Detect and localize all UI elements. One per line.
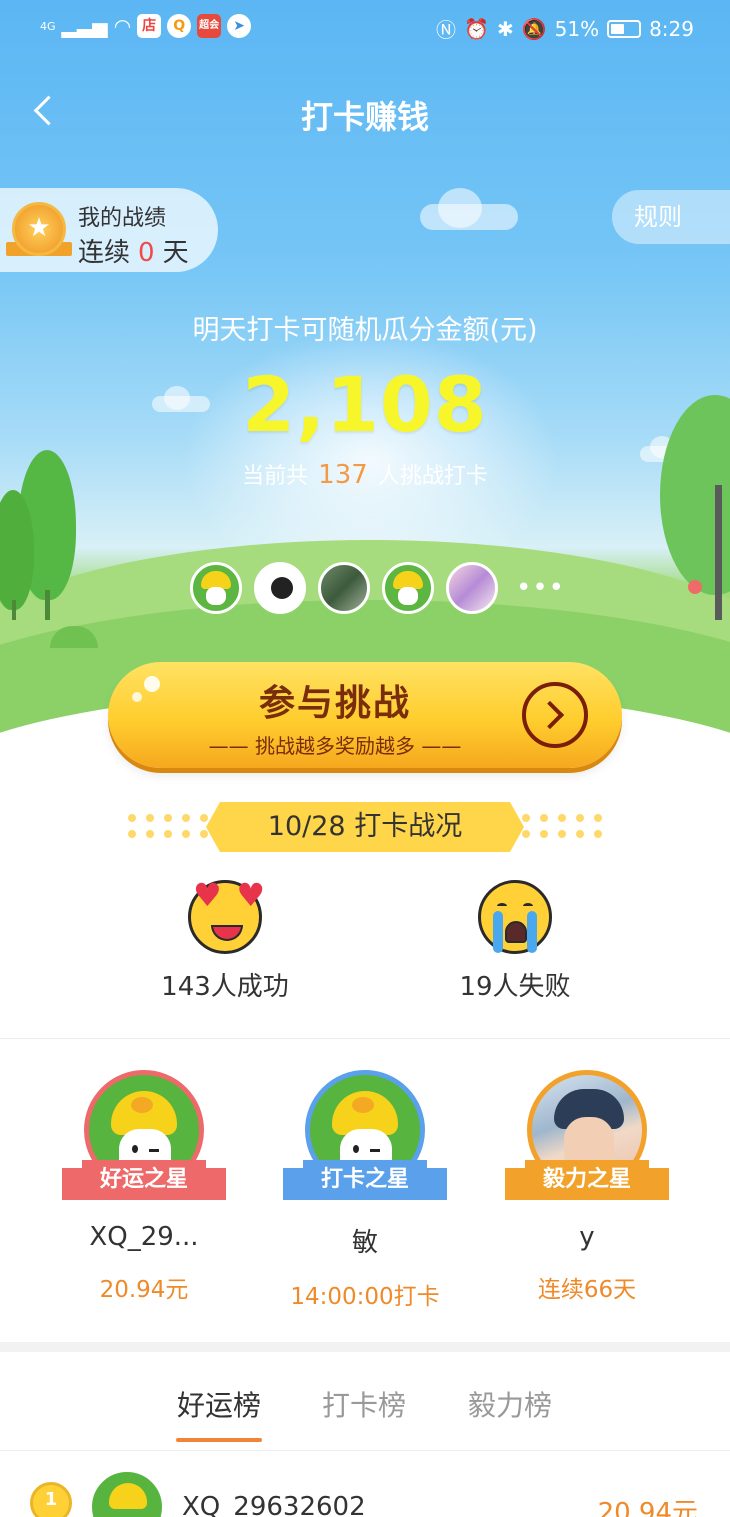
status-left: 4G ▂▃▅ ◠ 店 Q 超会 ➤: [40, 14, 252, 38]
lucky-star-card[interactable]: 好运之星 XQ_29... 20.94元: [34, 1070, 254, 1304]
tab-luck[interactable]: 好运榜: [159, 1384, 279, 1442]
alarm-icon: ⏰: [464, 16, 489, 41]
ranking-tabs: 好运榜 打卡榜 毅力榜: [0, 1380, 730, 1450]
tree-trunk: [715, 485, 722, 620]
streak-prefix: 连续: [78, 238, 131, 268]
mute-icon: 🔕: [521, 16, 547, 41]
divider: [0, 1450, 730, 1451]
star-value: 14:00:00打卡: [290, 1284, 440, 1310]
battery-percent: 51%: [554, 16, 600, 41]
star-value: 20.94元: [99, 1277, 189, 1303]
tab-checkin[interactable]: 打卡榜: [304, 1384, 424, 1424]
avatar: [190, 562, 242, 614]
perseverance-star-card[interactable]: 毅力之星 y 连续66天: [477, 1070, 697, 1304]
rules-button[interactable]: 规则: [612, 190, 730, 244]
avatar: [254, 562, 306, 614]
divider: [0, 1038, 730, 1039]
my-record-card[interactable]: 我的战绩 连续0天: [0, 188, 218, 272]
network-label: 4G: [40, 19, 56, 33]
nfc-icon: Ⓝ: [436, 18, 457, 42]
rank-value: 20.94元: [597, 1498, 698, 1517]
status-right: Ⓝ ⏰ ✱ 🔕 51% 8:29: [436, 14, 694, 43]
tab-underline: [176, 1438, 262, 1442]
section-gap: [0, 1342, 730, 1352]
challenger-count: 当前共 137 人挑战打卡: [0, 458, 730, 490]
dots-decoration: [522, 814, 602, 838]
success-stat: ♥ ♥ 143人成功: [150, 879, 300, 1003]
rank-medal-icon: [30, 1482, 72, 1517]
battery-fill: [611, 23, 625, 34]
challenger-number: 137: [318, 460, 368, 490]
more-icon[interactable]: •••: [516, 573, 565, 603]
heart-eyes-emoji-icon: ♥ ♥: [188, 879, 265, 954]
battery-icon: [607, 19, 642, 38]
checkin-star-card[interactable]: 打卡之星 敏 14:00:00打卡: [255, 1070, 475, 1311]
success-count: 143人成功: [161, 972, 289, 1002]
streak-text: 连续 0 天: [78, 232, 189, 269]
star-name: XQ_29...: [89, 1222, 199, 1252]
streak-suffix: 天: [162, 238, 189, 268]
rank-name: XQ_29632602: [182, 1492, 366, 1517]
tree-trunk: [45, 590, 50, 620]
status-bar: 4G ▂▃▅ ◠ 店 Q 超会 ➤ Ⓝ ⏰ ✱ 🔕 51% 8:29: [0, 0, 730, 56]
shop-app-icon: 店: [137, 14, 162, 38]
clock: 8:29: [649, 16, 694, 41]
dots-decoration: [128, 814, 208, 838]
tab-label: 毅力榜: [467, 1389, 552, 1422]
avatar: [446, 562, 498, 614]
tree-trunk: [12, 600, 16, 620]
star-value: 连续66天: [537, 1277, 637, 1303]
cloud-icon: [420, 188, 518, 230]
fail-count: 19人失败: [459, 972, 571, 1002]
page-title: 打卡赚钱: [300, 98, 429, 136]
avatar: [382, 562, 434, 614]
star-badge: 毅力之星: [505, 1160, 669, 1200]
star-badge: 打卡之星: [283, 1160, 447, 1200]
battle-title: 10/28 打卡战况: [206, 802, 524, 852]
record-title: 我的战绩: [78, 206, 167, 231]
bluetooth-icon: ✱: [496, 16, 514, 41]
signal-icon: ▂▃▅: [61, 14, 108, 38]
battle-header: 10/28 打卡战况: [0, 800, 730, 856]
q-app-icon: Q: [167, 14, 192, 38]
join-challenge-button[interactable]: 参与挑战 —— 挑战越多奖励越多 ——: [108, 662, 622, 768]
streak-days: 0: [138, 238, 155, 268]
pool-amount: 2,108: [242, 360, 488, 449]
list-item[interactable]: XQ_29632602 20.94元: [0, 1470, 730, 1517]
browser-app-icon: ➤: [227, 14, 252, 38]
avatar: [92, 1472, 162, 1517]
crying-emoji-icon: [478, 880, 552, 954]
wifi-icon: ◠: [113, 14, 132, 38]
avatar: [318, 562, 370, 614]
star-badge: 好运之星: [62, 1160, 226, 1200]
flower-icon: [688, 580, 702, 594]
star-name: y: [579, 1222, 595, 1252]
tab-label: 打卡榜: [321, 1389, 406, 1422]
challenger-prefix: 当前共: [242, 464, 309, 489]
challenger-suffix: 人挑战打卡: [377, 464, 488, 489]
arrow-right-icon: [522, 682, 588, 748]
pool-hint: 明天打卡可随机瓜分金额(元): [192, 315, 538, 346]
fail-stat: 19人失败: [440, 880, 590, 1003]
medal-icon: [12, 202, 66, 256]
star-name: 敏: [351, 1228, 378, 1258]
tab-label: 好运榜: [176, 1389, 261, 1422]
super-app-icon: 超会: [197, 14, 222, 38]
participant-avatars[interactable]: •••: [190, 562, 565, 614]
tab-perseverance[interactable]: 毅力榜: [450, 1384, 570, 1424]
